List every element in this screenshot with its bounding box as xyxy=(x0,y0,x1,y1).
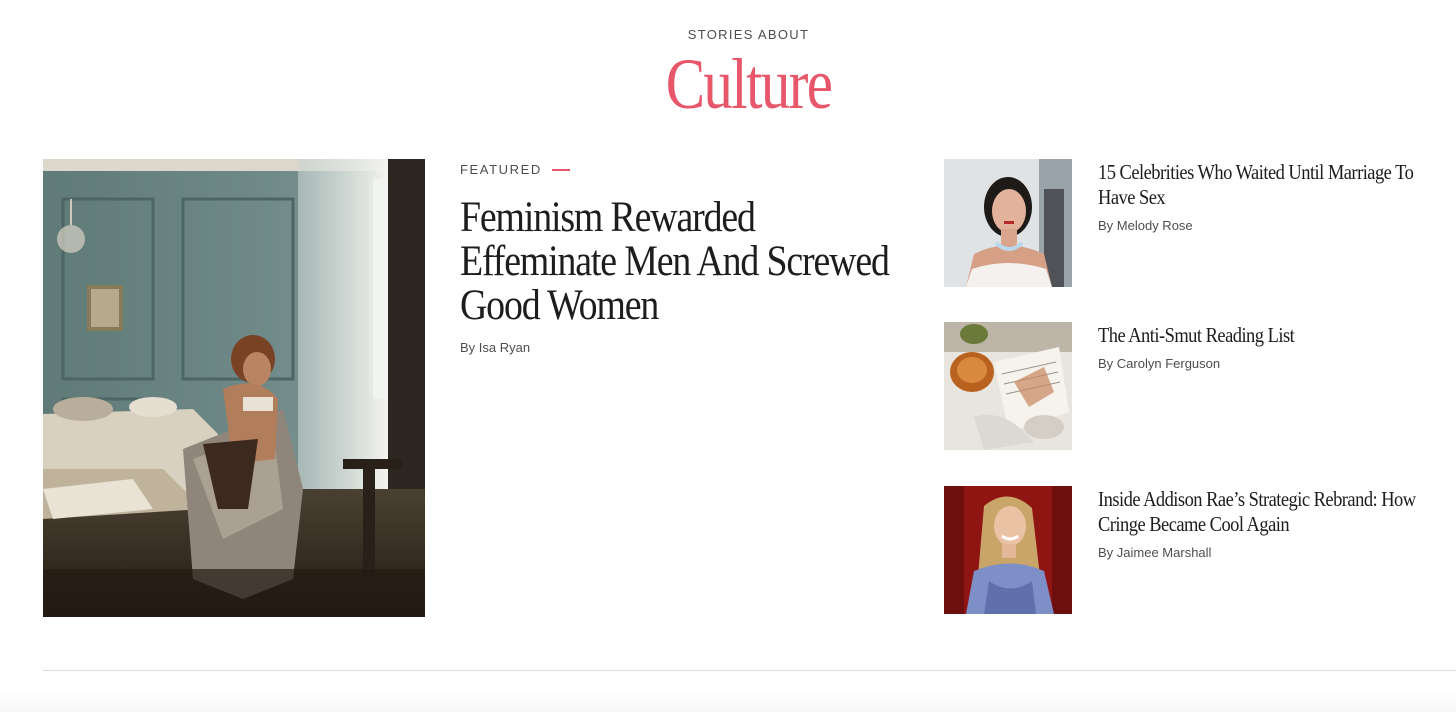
next-section-edge xyxy=(0,690,1456,712)
featured-article-image[interactable] xyxy=(43,159,425,617)
story-byline: By Melody Rose xyxy=(1098,218,1193,233)
story-headline-link[interactable]: Inside Addison Rae’s Strategic Rebrand: … xyxy=(1098,487,1424,537)
woman-in-bedroom-photo xyxy=(43,159,425,617)
section-eyebrow: STORIES ABOUT xyxy=(687,27,810,42)
story-text: 15 Celebrities Who Waited Until Marriage… xyxy=(1098,160,1456,233)
book-and-tea-photo xyxy=(944,322,1072,450)
featured-byline: By Isa Ryan xyxy=(460,340,531,355)
section-title: Culture xyxy=(665,44,833,124)
accent-dash-icon xyxy=(551,168,570,171)
featured-headline-link[interactable]: Feminism Rewarded Effeminate Men And Scr… xyxy=(460,196,900,328)
featured-label-text: FEATURED xyxy=(460,162,542,177)
story-text: Inside Addison Rae’s Strategic Rebrand: … xyxy=(1098,487,1456,560)
culture-section-page: STORIES ABOUT Culture FEATURED Feminism … xyxy=(0,0,1456,712)
celebrity-red-carpet-photo xyxy=(944,159,1072,287)
story-item: The Anti-Smut Reading List By Carolyn Fe… xyxy=(944,322,1444,450)
story-thumbnail[interactable] xyxy=(944,322,1072,450)
addison-rae-photo xyxy=(944,486,1072,614)
story-byline: By Carolyn Ferguson xyxy=(1098,356,1221,371)
story-thumbnail[interactable] xyxy=(944,159,1072,287)
story-text: The Anti-Smut Reading List By Carolyn Fe… xyxy=(1098,323,1456,371)
featured-article: FEATURED Feminism Rewarded Effeminate Me… xyxy=(460,159,900,355)
section-divider xyxy=(43,670,1456,671)
story-byline: By Jaimee Marshall xyxy=(1098,545,1212,560)
story-item: Inside Addison Rae’s Strategic Rebrand: … xyxy=(944,486,1444,614)
story-thumbnail[interactable] xyxy=(944,486,1072,614)
story-item: 15 Celebrities Who Waited Until Marriage… xyxy=(944,159,1444,287)
featured-label: FEATURED xyxy=(460,162,900,177)
story-headline-link[interactable]: The Anti-Smut Reading List xyxy=(1098,323,1424,348)
story-headline-link[interactable]: 15 Celebrities Who Waited Until Marriage… xyxy=(1098,160,1424,210)
